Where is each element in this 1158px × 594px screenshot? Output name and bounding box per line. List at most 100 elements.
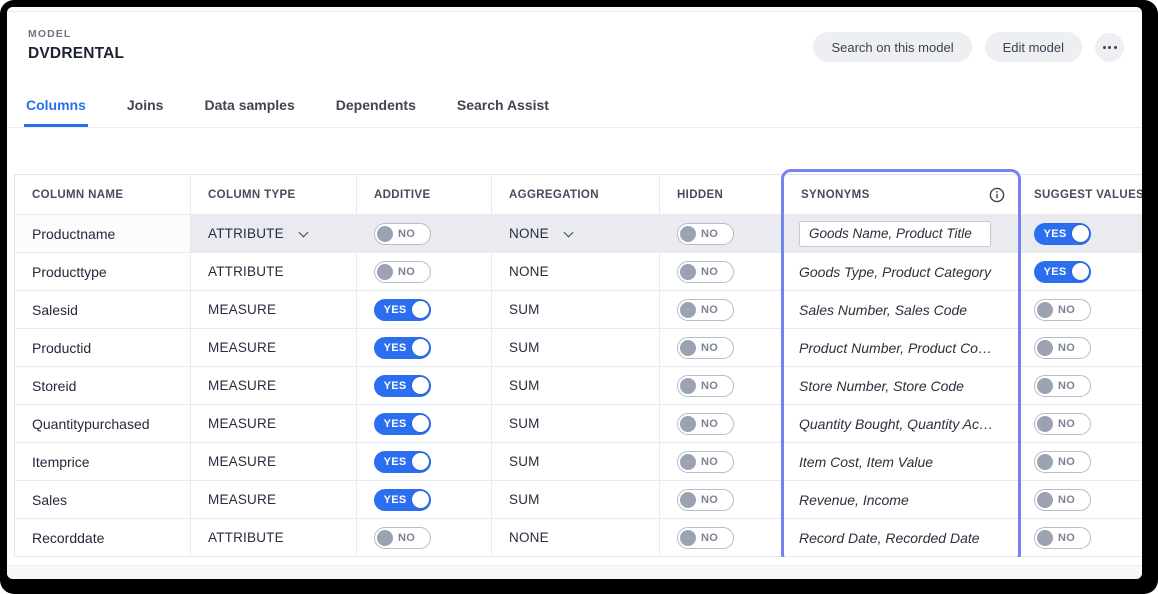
cell-additive: NO [357,253,492,291]
hidden-toggle[interactable]: NO [677,337,734,359]
suggest-values-toggle[interactable]: NO [1034,451,1091,473]
cell-hidden: NO [660,519,784,557]
additive-toggle[interactable]: YES [374,451,431,473]
suggest-values-toggle[interactable]: NO [1034,299,1091,321]
cell-synonyms[interactable]: Store Number, Store Code [784,367,1021,405]
additive-toggle[interactable]: YES [374,413,431,435]
toggle-knob [1037,340,1053,356]
cell-column-type[interactable]: ATTRIBUTE [191,215,357,253]
toggle-knob [680,492,696,508]
table-row[interactable]: Recorddate ATTRIBUTE NO NONE NO Record D… [15,519,1143,557]
cell-aggregation[interactable]: NONE [492,253,660,291]
cell-additive: YES [357,481,492,519]
cell-column-type[interactable]: MEASURE [191,443,357,481]
tab-joins[interactable]: Joins [125,97,166,127]
page-header: MODEL DVDRENTAL Search on this model Edi… [7,12,1142,63]
table-row[interactable]: Productname ATTRIBUTE NO NONE NO Goods N… [15,215,1143,253]
cell-aggregation[interactable]: SUM [492,329,660,367]
cell-synonyms[interactable]: Quantity Bought, Quantity Ac… [784,405,1021,443]
cell-column-type[interactable]: ATTRIBUTE [191,519,357,557]
column-header-synonyms: SYNONYMS [784,175,1021,215]
search-on-model-button[interactable]: Search on this model [813,32,971,62]
cell-column-type[interactable]: MEASURE [191,329,357,367]
suggest-values-toggle[interactable]: NO [1034,337,1091,359]
cell-aggregation[interactable]: SUM [492,481,660,519]
info-icon[interactable] [989,187,1005,203]
hidden-toggle[interactable]: NO [677,261,734,283]
synonyms-input[interactable]: Goods Name, Product Title [799,221,991,247]
chevron-down-icon[interactable] [298,228,308,238]
cell-aggregation[interactable]: NONE [492,519,660,557]
toggle-knob [377,226,393,242]
more-options-button[interactable] [1095,33,1124,62]
table-row[interactable]: Itemprice MEASURE YES SUM NO Item Cost, … [15,443,1143,481]
synonyms-header-label: SYNONYMS [801,189,870,201]
cell-synonyms[interactable]: Item Cost, Item Value [784,443,1021,481]
hidden-toggle[interactable]: NO [677,375,734,397]
additive-toggle[interactable]: YES [374,375,431,397]
suggest-values-toggle[interactable]: NO [1034,413,1091,435]
cell-additive: YES [357,367,492,405]
hidden-toggle[interactable]: NO [677,527,734,549]
cell-column-type[interactable]: MEASURE [191,481,357,519]
suggest-values-toggle[interactable]: NO [1034,489,1091,511]
cell-column-type[interactable]: MEASURE [191,405,357,443]
table-row[interactable]: Producttype ATTRIBUTE NO NONE NO Goods T… [15,253,1143,291]
toggle-knob [1037,454,1053,470]
cell-suggest-values: NO [1021,481,1143,519]
additive-toggle[interactable]: YES [374,337,431,359]
hidden-toggle[interactable]: NO [677,489,734,511]
cell-column-name: Recorddate [15,519,191,557]
table-row[interactable]: Storeid MEASURE YES SUM NO Store Number,… [15,367,1143,405]
cell-column-type[interactable]: MEASURE [191,367,357,405]
additive-toggle[interactable]: YES [374,299,431,321]
additive-toggle[interactable]: NO [374,261,431,283]
cell-hidden: NO [660,405,784,443]
table-row[interactable]: Productid MEASURE YES SUM NO Product Num… [15,329,1143,367]
cell-aggregation[interactable]: NONE [492,215,660,253]
hidden-toggle[interactable]: NO [677,451,734,473]
suggest-values-toggle[interactable]: NO [1034,375,1091,397]
tab-bar: Columns Joins Data samples Dependents Search… [7,97,1142,128]
tab-data-samples[interactable]: Data samples [202,97,296,127]
additive-toggle[interactable]: YES [374,489,431,511]
cell-aggregation[interactable]: SUM [492,291,660,329]
suggest-values-toggle[interactable]: NO [1034,527,1091,549]
toggle-knob [1037,530,1053,546]
table-row[interactable]: Sales MEASURE YES SUM NO Revenue, Income… [15,481,1143,519]
suggest-values-toggle[interactable]: YES [1034,261,1091,283]
cell-synonyms[interactable]: Goods Type, Product Category [784,253,1021,291]
cell-aggregation[interactable]: SUM [492,443,660,481]
toggle-knob [412,453,429,470]
cell-synonyms[interactable]: Record Date, Recorded Date [784,519,1021,557]
cell-aggregation[interactable]: SUM [492,367,660,405]
tab-columns[interactable]: Columns [24,97,88,127]
header-actions: Search on this model Edit model [813,32,1124,62]
toggle-knob [412,491,429,508]
column-header-suggest-values: SUGGEST VALUES [1021,175,1143,215]
tab-search-assist[interactable]: Search Assist [455,97,551,127]
cell-aggregation[interactable]: SUM [492,405,660,443]
hidden-toggle[interactable]: NO [677,223,734,245]
cell-synonyms[interactable]: Revenue, Income [784,481,1021,519]
columns-table: COLUMN NAME COLUMN TYPE ADDITIVE AGGREGA… [14,174,1142,557]
toggle-knob [680,264,696,280]
cell-column-type[interactable]: MEASURE [191,291,357,329]
chevron-down-icon[interactable] [563,228,573,238]
toggle-knob [680,378,696,394]
cell-synonyms[interactable]: Product Number, Product Co… [784,329,1021,367]
tab-dependents[interactable]: Dependents [334,97,418,127]
cell-column-type[interactable]: ATTRIBUTE [191,253,357,291]
table-row[interactable]: Salesid MEASURE YES SUM NO Sales Number,… [15,291,1143,329]
additive-toggle[interactable]: NO [374,223,431,245]
cell-synonyms[interactable]: Sales Number, Sales Code [784,291,1021,329]
toggle-knob [680,530,696,546]
hidden-toggle[interactable]: NO [677,299,734,321]
cell-synonyms[interactable]: Goods Name, Product Title [784,215,1021,253]
edit-model-button[interactable]: Edit model [985,32,1082,62]
additive-toggle[interactable]: NO [374,527,431,549]
hidden-toggle[interactable]: NO [677,413,734,435]
table-row[interactable]: Quantitypurchased MEASURE YES SUM NO Qua… [15,405,1143,443]
column-header-additive: ADDITIVE [357,175,492,215]
suggest-values-toggle[interactable]: YES [1034,223,1091,245]
